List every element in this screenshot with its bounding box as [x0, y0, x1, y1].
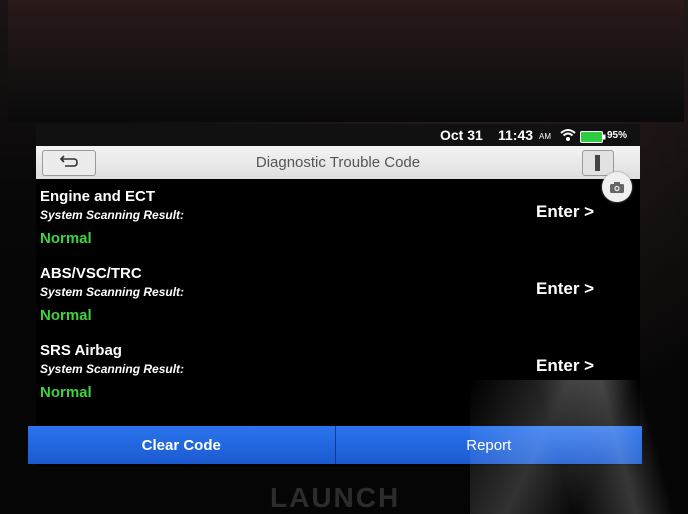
status-date: Oct 31 [440, 127, 483, 143]
back-arrow-icon [59, 154, 79, 173]
back-button[interactable] [42, 150, 96, 176]
enter-button[interactable]: Enter > [536, 202, 594, 222]
bottom-action-bar: Clear Code Report [28, 426, 642, 464]
system-scan-label: System Scanning Result: [40, 208, 185, 222]
clear-code-button[interactable]: Clear Code [28, 426, 335, 464]
brand-logo: LAUNCH [270, 482, 401, 513]
screenshot-button[interactable] [602, 172, 632, 202]
system-name: Engine and ECT [40, 188, 156, 205]
device-bezel [8, 0, 684, 122]
system-status: Normal [40, 307, 92, 324]
battery-percent: 95% [607, 130, 628, 141]
device-screen: Oct 31 11:43 AM 95% Diagnostic Trouble C… [36, 124, 640, 466]
system-status: Normal [40, 230, 92, 247]
status-ampm: AM [539, 132, 551, 141]
enter-button[interactable]: Enter > [536, 279, 594, 299]
system-scan-label: System Scanning Result: [40, 362, 185, 376]
title-bar: Diagnostic Trouble Code [36, 146, 640, 202]
menu-icon [595, 155, 600, 171]
page-title: Diagnostic Trouble Code [255, 154, 421, 171]
system-status: Normal [40, 384, 92, 401]
system-name: ABS/VSC/TRC [40, 265, 142, 282]
camera-icon [610, 181, 624, 193]
status-time: 11:43 [498, 127, 534, 143]
system-name: SRS Airbag [40, 342, 122, 359]
menu-button[interactable] [582, 150, 614, 176]
system-scan-label: System Scanning Result: [40, 285, 185, 299]
status-bar: Oct 31 11:43 AM 95% [36, 124, 640, 146]
enter-button[interactable]: Enter > [536, 356, 594, 376]
battery-icon [580, 130, 606, 146]
report-button[interactable]: Report [334, 426, 642, 464]
wifi-icon [560, 128, 576, 145]
